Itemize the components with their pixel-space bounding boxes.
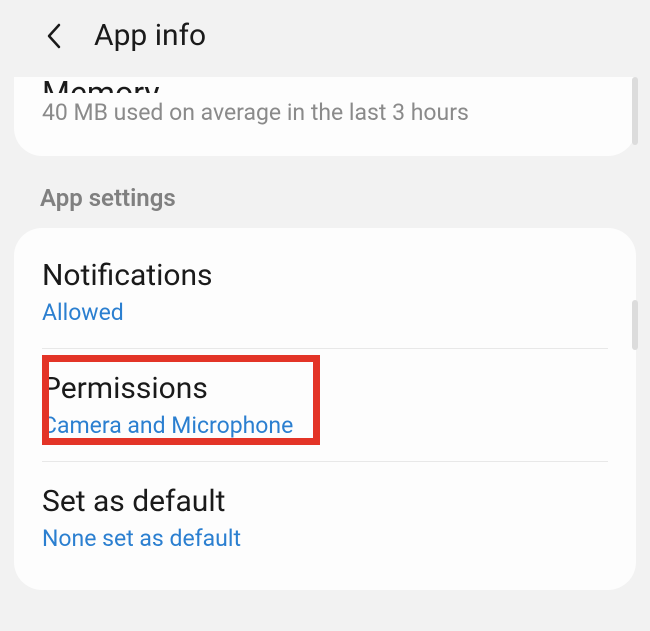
scrollbar-thumb[interactable] (632, 77, 638, 145)
memory-subtitle: 40 MB used on average in the last 3 hour… (42, 99, 608, 126)
page-title: App info (94, 18, 206, 53)
permissions-item[interactable]: Permissions Camera and Microphone (14, 349, 636, 461)
notifications-title: Notifications (42, 258, 608, 293)
memory-title: Memory (42, 77, 608, 93)
settings-card: Notifications Allowed Permissions Camera… (14, 228, 636, 590)
scrollbar-thumb[interactable] (632, 300, 638, 350)
section-label: App settings (0, 172, 650, 228)
set-default-item[interactable]: Set as default None set as default (14, 462, 636, 574)
memory-card[interactable]: Memory 40 MB used on average in the last… (14, 77, 636, 156)
header-bar: App info (0, 0, 650, 77)
permissions-subtitle: Camera and Microphone (42, 412, 608, 439)
set-default-title: Set as default (42, 484, 608, 519)
set-default-subtitle: None set as default (42, 525, 608, 552)
notifications-subtitle: Allowed (42, 299, 608, 326)
back-icon[interactable] (40, 22, 68, 50)
permissions-title: Permissions (42, 371, 608, 406)
notifications-item[interactable]: Notifications Allowed (14, 236, 636, 348)
